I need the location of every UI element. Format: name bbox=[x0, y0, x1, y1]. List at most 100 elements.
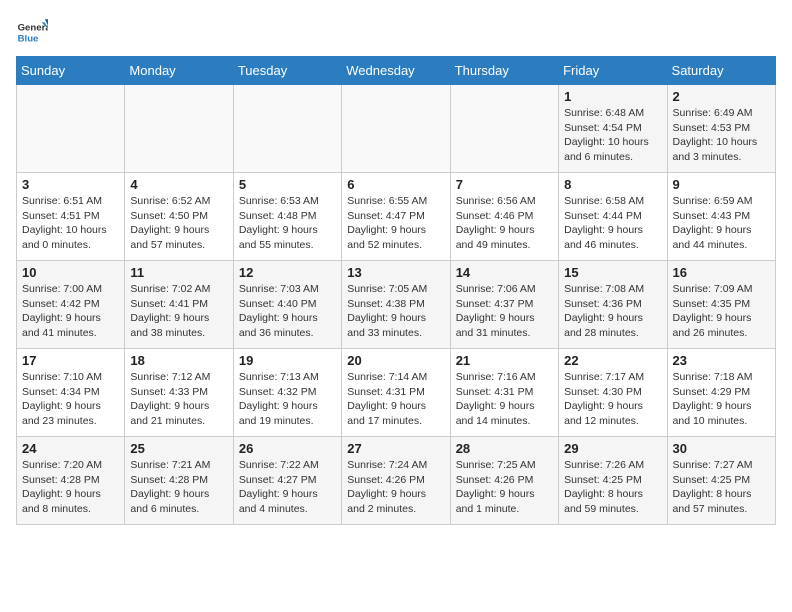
day-cell: 2 Sunrise: 6:49 AM Sunset: 4:53 PM Daylig… bbox=[667, 85, 775, 173]
day-cell: 3 Sunrise: 6:51 AM Sunset: 4:51 PM Daylig… bbox=[17, 173, 125, 261]
col-header-tuesday: Tuesday bbox=[233, 57, 341, 85]
day-cell: 1 Sunrise: 6:48 AM Sunset: 4:54 PM Daylig… bbox=[559, 85, 667, 173]
day-cell bbox=[125, 85, 233, 173]
day-cell: 13Sunrise: 7:05 AM Sunset: 4:38 PM Dayli… bbox=[342, 261, 450, 349]
day-info: Sunrise: 6:51 AM Sunset: 4:51 PM Dayligh… bbox=[22, 194, 119, 253]
day-info: Sunrise: 7:08 AM Sunset: 4:36 PM Dayligh… bbox=[564, 282, 661, 341]
col-header-monday: Monday bbox=[125, 57, 233, 85]
day-number: 23 bbox=[673, 353, 770, 368]
day-info: Sunrise: 7:21 AM Sunset: 4:28 PM Dayligh… bbox=[130, 458, 227, 517]
day-cell: 28Sunrise: 7:25 AM Sunset: 4:26 PM Dayli… bbox=[450, 437, 558, 525]
day-cell bbox=[233, 85, 341, 173]
day-cell: 26 Sunrise: 7:22 AM Sunset: 4:27 PM Dayli… bbox=[233, 437, 341, 525]
day-number: 11 bbox=[130, 265, 227, 280]
day-cell: 12 Sunrise: 7:03 AM Sunset: 4:40 PM Dayli… bbox=[233, 261, 341, 349]
day-info: Sunrise: 7:14 AM Sunset: 4:31 PM Dayligh… bbox=[347, 370, 444, 429]
day-number: 17 bbox=[22, 353, 119, 368]
day-info: Sunrise: 6:59 AM Sunset: 4:43 PM Dayligh… bbox=[673, 194, 770, 253]
day-info: Sunrise: 6:53 AM Sunset: 4:48 PM Dayligh… bbox=[239, 194, 336, 253]
day-cell: 27 Sunrise: 7:24 AM Sunset: 4:26 PM Dayli… bbox=[342, 437, 450, 525]
day-cell: 30 Sunrise: 7:27 AM Sunset: 4:25 PM Dayli… bbox=[667, 437, 775, 525]
day-number: 21 bbox=[456, 353, 553, 368]
day-cell: 25 Sunrise: 7:21 AM Sunset: 4:28 PM Dayli… bbox=[125, 437, 233, 525]
day-number: 1 bbox=[564, 89, 661, 104]
day-number: 14 bbox=[456, 265, 553, 280]
day-info: Sunrise: 7:06 AM Sunset: 4:37 PM Dayligh… bbox=[456, 282, 553, 341]
day-number: 9 bbox=[673, 177, 770, 192]
logo: General Blue bbox=[16, 16, 52, 48]
day-cell: 15 Sunrise: 7:08 AM Sunset: 4:36 PM Dayli… bbox=[559, 261, 667, 349]
day-number: 25 bbox=[130, 441, 227, 456]
day-number: 20 bbox=[347, 353, 444, 368]
day-info: Sunrise: 7:22 AM Sunset: 4:27 PM Dayligh… bbox=[239, 458, 336, 517]
week-row: 17 Sunrise: 7:10 AM Sunset: 4:34 PM Dayli… bbox=[17, 349, 776, 437]
col-header-sunday: Sunday bbox=[17, 57, 125, 85]
week-row: 24Sunrise: 7:20 AM Sunset: 4:28 PM Dayli… bbox=[17, 437, 776, 525]
day-cell: 10 Sunrise: 7:00 AM Sunset: 4:42 PM Dayli… bbox=[17, 261, 125, 349]
day-number: 4 bbox=[130, 177, 227, 192]
day-number: 12 bbox=[239, 265, 336, 280]
day-cell: 14 Sunrise: 7:06 AM Sunset: 4:37 PM Dayli… bbox=[450, 261, 558, 349]
day-info: Sunrise: 7:02 AM Sunset: 4:41 PM Dayligh… bbox=[130, 282, 227, 341]
day-cell: 9 Sunrise: 6:59 AM Sunset: 4:43 PM Daylig… bbox=[667, 173, 775, 261]
day-info: Sunrise: 7:00 AM Sunset: 4:42 PM Dayligh… bbox=[22, 282, 119, 341]
day-cell: 24Sunrise: 7:20 AM Sunset: 4:28 PM Dayli… bbox=[17, 437, 125, 525]
day-cell: 18 Sunrise: 7:12 AM Sunset: 4:33 PM Dayli… bbox=[125, 349, 233, 437]
day-cell: 5 Sunrise: 6:53 AM Sunset: 4:48 PM Daylig… bbox=[233, 173, 341, 261]
day-info: Sunrise: 7:18 AM Sunset: 4:29 PM Dayligh… bbox=[673, 370, 770, 429]
day-number: 3 bbox=[22, 177, 119, 192]
col-header-saturday: Saturday bbox=[667, 57, 775, 85]
header-row: SundayMondayTuesdayWednesdayThursdayFrid… bbox=[17, 57, 776, 85]
day-cell: 23 Sunrise: 7:18 AM Sunset: 4:29 PM Dayli… bbox=[667, 349, 775, 437]
day-number: 18 bbox=[130, 353, 227, 368]
day-info: Sunrise: 6:55 AM Sunset: 4:47 PM Dayligh… bbox=[347, 194, 444, 253]
day-number: 27 bbox=[347, 441, 444, 456]
day-info: Sunrise: 7:27 AM Sunset: 4:25 PM Dayligh… bbox=[673, 458, 770, 517]
day-info: Sunrise: 7:16 AM Sunset: 4:31 PM Dayligh… bbox=[456, 370, 553, 429]
day-info: Sunrise: 7:03 AM Sunset: 4:40 PM Dayligh… bbox=[239, 282, 336, 341]
day-number: 30 bbox=[673, 441, 770, 456]
day-cell bbox=[342, 85, 450, 173]
svg-text:Blue: Blue bbox=[18, 34, 39, 45]
day-info: Sunrise: 7:17 AM Sunset: 4:30 PM Dayligh… bbox=[564, 370, 661, 429]
day-number: 19 bbox=[239, 353, 336, 368]
day-cell: 6 Sunrise: 6:55 AM Sunset: 4:47 PM Daylig… bbox=[342, 173, 450, 261]
day-number: 24 bbox=[22, 441, 119, 456]
week-row: 1 Sunrise: 6:48 AM Sunset: 4:54 PM Daylig… bbox=[17, 85, 776, 173]
day-number: 16 bbox=[673, 265, 770, 280]
day-number: 10 bbox=[22, 265, 119, 280]
day-number: 2 bbox=[673, 89, 770, 104]
day-info: Sunrise: 6:52 AM Sunset: 4:50 PM Dayligh… bbox=[130, 194, 227, 253]
day-number: 26 bbox=[239, 441, 336, 456]
day-cell bbox=[17, 85, 125, 173]
day-info: Sunrise: 6:48 AM Sunset: 4:54 PM Dayligh… bbox=[564, 106, 661, 165]
day-cell: 22 Sunrise: 7:17 AM Sunset: 4:30 PM Dayli… bbox=[559, 349, 667, 437]
day-info: Sunrise: 7:10 AM Sunset: 4:34 PM Dayligh… bbox=[22, 370, 119, 429]
day-info: Sunrise: 7:09 AM Sunset: 4:35 PM Dayligh… bbox=[673, 282, 770, 341]
day-info: Sunrise: 7:12 AM Sunset: 4:33 PM Dayligh… bbox=[130, 370, 227, 429]
day-info: Sunrise: 7:26 AM Sunset: 4:25 PM Dayligh… bbox=[564, 458, 661, 517]
day-number: 5 bbox=[239, 177, 336, 192]
day-cell: 29Sunrise: 7:26 AM Sunset: 4:25 PM Dayli… bbox=[559, 437, 667, 525]
week-row: 10 Sunrise: 7:00 AM Sunset: 4:42 PM Dayli… bbox=[17, 261, 776, 349]
day-number: 6 bbox=[347, 177, 444, 192]
day-info: Sunrise: 7:24 AM Sunset: 4:26 PM Dayligh… bbox=[347, 458, 444, 517]
day-info: Sunrise: 6:49 AM Sunset: 4:53 PM Dayligh… bbox=[673, 106, 770, 165]
calendar-table: SundayMondayTuesdayWednesdayThursdayFrid… bbox=[16, 56, 776, 525]
day-cell: 19 Sunrise: 7:13 AM Sunset: 4:32 PM Dayli… bbox=[233, 349, 341, 437]
day-number: 8 bbox=[564, 177, 661, 192]
day-info: Sunrise: 7:05 AM Sunset: 4:38 PM Dayligh… bbox=[347, 282, 444, 341]
week-row: 3 Sunrise: 6:51 AM Sunset: 4:51 PM Daylig… bbox=[17, 173, 776, 261]
day-cell: 11 Sunrise: 7:02 AM Sunset: 4:41 PM Dayli… bbox=[125, 261, 233, 349]
page-header: General Blue bbox=[16, 16, 776, 48]
col-header-thursday: Thursday bbox=[450, 57, 558, 85]
day-number: 15 bbox=[564, 265, 661, 280]
day-cell bbox=[450, 85, 558, 173]
day-info: Sunrise: 7:13 AM Sunset: 4:32 PM Dayligh… bbox=[239, 370, 336, 429]
day-number: 22 bbox=[564, 353, 661, 368]
day-cell: 7Sunrise: 6:56 AM Sunset: 4:46 PM Daylig… bbox=[450, 173, 558, 261]
logo-icon: General Blue bbox=[16, 16, 48, 48]
day-cell: 17 Sunrise: 7:10 AM Sunset: 4:34 PM Dayli… bbox=[17, 349, 125, 437]
day-number: 7 bbox=[456, 177, 553, 192]
day-cell: 8Sunrise: 6:58 AM Sunset: 4:44 PM Daylig… bbox=[559, 173, 667, 261]
